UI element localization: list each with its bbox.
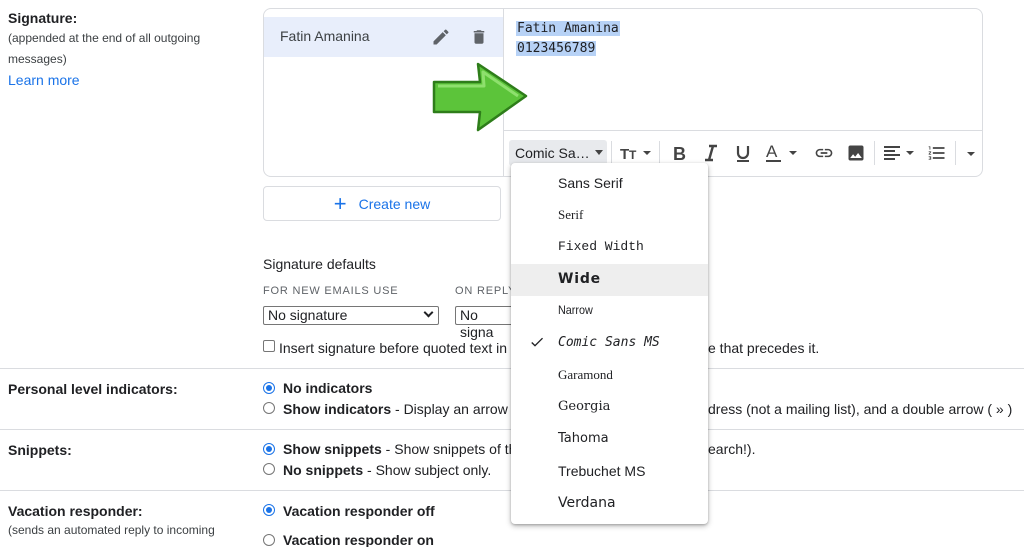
show-indicators-label-tail: dress (not a mailing list), and a double…	[708, 401, 1013, 417]
font-option-comic-sans[interactable]: Comic Sans MS	[511, 328, 708, 360]
vacation-responder-description: (sends an automated reply to incoming	[8, 523, 215, 537]
svg-text:T: T	[629, 148, 637, 162]
reply-signature-select[interactable]: No signa	[455, 306, 515, 340]
signature-editor-text[interactable]: Fatin Amanina 0123456789	[516, 19, 620, 59]
font-select-label: Comic Sa…	[515, 145, 590, 161]
signature-text-line2: 0123456789	[516, 41, 597, 56]
no-indicators-radio[interactable]	[263, 382, 275, 394]
vacation-on-label: Vacation responder on	[283, 532, 434, 547]
toolbar-separator	[611, 141, 612, 165]
new-emails-label: FOR NEW EMAILS USE	[263, 285, 399, 297]
font-option-tahoma[interactable]: Tahoma	[511, 424, 708, 456]
toolbar-separator	[874, 141, 875, 165]
svg-text:A: A	[766, 143, 778, 161]
no-snippets-radio[interactable]	[263, 463, 275, 475]
checkmark-icon	[529, 334, 545, 353]
reply-select-value: No signa	[460, 307, 494, 340]
new-emails-select-value: No signature	[268, 307, 348, 323]
on-reply-label: ON REPLY	[455, 285, 517, 297]
new-emails-signature-select[interactable]: No signature	[263, 306, 439, 325]
insert-signature-text-tail: e that precedes it.	[708, 340, 820, 356]
font-option-serif[interactable]: Serif	[511, 200, 708, 232]
green-arrow-icon	[430, 60, 530, 137]
font-option-verdana[interactable]: Verdana	[511, 488, 708, 520]
create-new-label: Create new	[358, 195, 431, 212]
font-dropdown-caret-icon	[595, 150, 603, 155]
learn-more-link[interactable]: Learn more	[8, 72, 80, 88]
font-option-georgia[interactable]: Georgia	[511, 392, 708, 424]
signature-text-line1: Fatin Amanina	[516, 21, 620, 36]
font-dropdown-menu: Sans Serif Serif Fixed Width Wide Narrow…	[511, 163, 708, 524]
insert-signature-text: Insert signature before quoted text in	[279, 340, 508, 356]
vacation-off-radio[interactable]	[263, 504, 275, 516]
signature-label: Signature:	[8, 10, 78, 26]
delete-icon[interactable]	[470, 27, 488, 50]
font-option-wide[interactable]: Wide	[511, 264, 708, 296]
insert-signature-checkbox[interactable]	[263, 340, 275, 352]
plus-icon: +	[333, 190, 347, 216]
personal-indicators-label: Personal level indicators:	[8, 381, 178, 397]
signature-description-2: messages)	[8, 52, 67, 66]
svg-text:T: T	[620, 146, 629, 163]
show-snippets-radio[interactable]	[263, 443, 275, 455]
image-icon[interactable]	[845, 142, 867, 164]
show-snippets-label-tail: earch!).	[708, 441, 756, 457]
bold-icon[interactable]: B	[668, 142, 690, 164]
font-option-sans-serif[interactable]: Sans Serif	[511, 168, 708, 200]
create-new-button[interactable]: + Create new	[263, 186, 501, 221]
vacation-on-radio[interactable]	[263, 534, 275, 546]
toolbar-separator	[955, 141, 956, 165]
chevron-down-icon	[423, 307, 434, 318]
signature-description-1: (appended at the end of all outgoing	[8, 31, 201, 45]
link-icon[interactable]	[813, 142, 835, 164]
no-snippets-label: No snippets - Show subject only.	[283, 462, 492, 478]
font-option-garamond[interactable]: Garamond	[511, 360, 708, 392]
edit-icon[interactable]	[431, 27, 451, 50]
font-option-trebuchet[interactable]: Trebuchet MS	[511, 456, 708, 488]
show-indicators-label: Show indicators - Display an arrow (	[283, 401, 517, 417]
font-option-fixed-width[interactable]: Fixed Width	[511, 232, 708, 264]
vacation-off-label: Vacation responder off	[283, 503, 435, 519]
signature-list-name: Fatin Amanina	[280, 28, 370, 44]
font-option-narrow[interactable]: Narrow	[511, 296, 708, 328]
svg-text:B: B	[673, 144, 686, 163]
text-color-icon[interactable]: A	[764, 142, 800, 164]
italic-icon[interactable]	[700, 142, 722, 164]
toolbar-separator	[659, 141, 660, 165]
align-icon[interactable]	[882, 142, 918, 164]
vacation-responder-label: Vacation responder:	[8, 503, 143, 519]
more-icon[interactable]	[960, 142, 982, 164]
underline-icon[interactable]	[732, 142, 754, 164]
text-size-icon[interactable]: TT	[619, 142, 653, 164]
snippets-label: Snippets:	[8, 442, 72, 458]
no-indicators-label: No indicators	[283, 380, 373, 396]
signature-defaults-title: Signature defaults	[263, 256, 376, 272]
show-indicators-radio[interactable]	[263, 402, 275, 414]
numbered-list-icon[interactable]	[926, 142, 948, 164]
show-snippets-label: Show snippets - Show snippets of th	[283, 441, 517, 457]
toolbar-divider	[504, 130, 982, 131]
